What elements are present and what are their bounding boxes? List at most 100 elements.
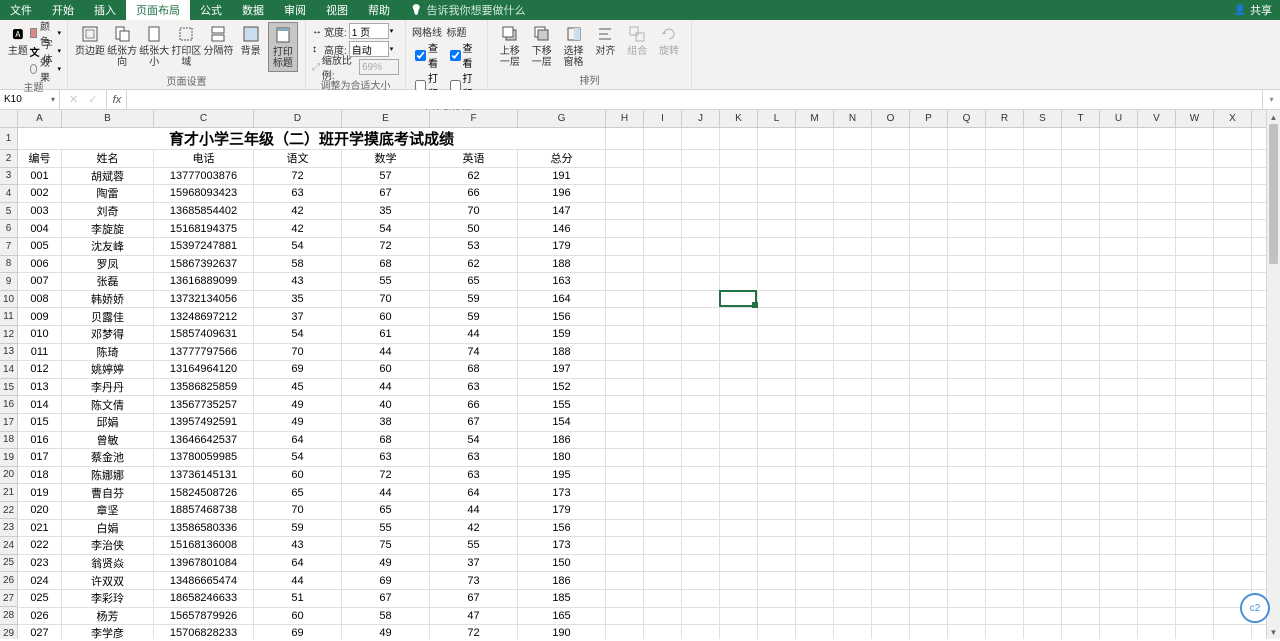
cell-R24[interactable] (986, 537, 1024, 555)
cell-O14[interactable] (872, 361, 910, 379)
select-all-corner[interactable] (0, 110, 18, 128)
cell-C27[interactable]: 18658246633 (154, 590, 254, 608)
column-headers[interactable]: ABCDEFGHIJKLMNOPQRSTUVWXY (18, 110, 1280, 128)
cell-K4[interactable] (720, 185, 758, 203)
cell-O8[interactable] (872, 256, 910, 274)
cell-U27[interactable] (1100, 590, 1138, 608)
cell-P13[interactable] (910, 344, 948, 362)
col-header-E[interactable]: E (342, 110, 430, 128)
cell-K25[interactable] (720, 555, 758, 573)
cell-G24[interactable]: 173 (518, 537, 606, 555)
cell-I27[interactable] (644, 590, 682, 608)
cell-W29[interactable] (1176, 625, 1214, 639)
cell-N12[interactable] (834, 326, 872, 344)
cell-C20[interactable]: 13736145131 (154, 467, 254, 485)
col-header-M[interactable]: M (796, 110, 834, 128)
cell-N16[interactable] (834, 396, 872, 414)
cell-R9[interactable] (986, 273, 1024, 291)
cell-Q26[interactable] (948, 572, 986, 590)
cell-H27[interactable] (606, 590, 644, 608)
cell-I26[interactable] (644, 572, 682, 590)
cell-C12[interactable]: 15857409631 (154, 326, 254, 344)
cell-O21[interactable] (872, 484, 910, 502)
cell-K13[interactable] (720, 344, 758, 362)
cell-L9[interactable] (758, 273, 796, 291)
cell-L16[interactable] (758, 396, 796, 414)
row-header-29[interactable]: 29 (0, 625, 18, 639)
cell-V4[interactable] (1138, 185, 1176, 203)
cell-B11[interactable]: 贝露佳 (62, 308, 154, 326)
cell-S6[interactable] (1024, 220, 1062, 238)
cell-I17[interactable] (644, 414, 682, 432)
cell-H20[interactable] (606, 467, 644, 485)
cell-U6[interactable] (1100, 220, 1138, 238)
cell-H8[interactable] (606, 256, 644, 274)
cell-X6[interactable] (1214, 220, 1252, 238)
cell-B10[interactable]: 韩娇娇 (62, 291, 154, 309)
cell-K23[interactable] (720, 520, 758, 538)
cell-F10[interactable]: 59 (430, 291, 518, 309)
scroll-thumb[interactable] (1269, 124, 1278, 264)
cell-C28[interactable]: 15657879926 (154, 608, 254, 626)
orientation-button[interactable]: 纸张方向 (107, 22, 137, 70)
cell-X7[interactable] (1214, 238, 1252, 256)
cell-T8[interactable] (1062, 256, 1100, 274)
row-header-14[interactable]: 14 (0, 361, 18, 379)
cell-A12[interactable]: 010 (18, 326, 62, 344)
cell-E28[interactable]: 58 (342, 608, 430, 626)
cell-L27[interactable] (758, 590, 796, 608)
cell-P3[interactable] (910, 168, 948, 186)
cell-I19[interactable] (644, 449, 682, 467)
row-header-11[interactable]: 11 (0, 308, 18, 326)
cell-L19[interactable] (758, 449, 796, 467)
cell-M15[interactable] (796, 379, 834, 397)
menu-tab-1[interactable]: 开始 (42, 0, 84, 20)
cell-O16[interactable] (872, 396, 910, 414)
cell-C2[interactable]: 电话 (154, 150, 254, 168)
cell-A15[interactable]: 013 (18, 379, 62, 397)
cell-H18[interactable] (606, 432, 644, 450)
help-fab-button[interactable]: c2 (1240, 593, 1270, 623)
cell-H23[interactable] (606, 520, 644, 538)
cell-T29[interactable] (1062, 625, 1100, 639)
cell-O13[interactable] (872, 344, 910, 362)
themes-button[interactable]: 🅰 主题 (7, 22, 29, 59)
cell-Q12[interactable] (948, 326, 986, 344)
cell-M1[interactable] (796, 128, 834, 150)
cell-F15[interactable]: 63 (430, 379, 518, 397)
cell-Q16[interactable] (948, 396, 986, 414)
cell-D11[interactable]: 37 (254, 308, 342, 326)
cell-K6[interactable] (720, 220, 758, 238)
cell-W6[interactable] (1176, 220, 1214, 238)
cell-A29[interactable]: 027 (18, 625, 62, 639)
cell-L20[interactable] (758, 467, 796, 485)
cell-J17[interactable] (682, 414, 720, 432)
cell-T17[interactable] (1062, 414, 1100, 432)
cell-O28[interactable] (872, 608, 910, 626)
cell-E5[interactable]: 35 (342, 203, 430, 221)
cell-A5[interactable]: 003 (18, 203, 62, 221)
cell-T7[interactable] (1062, 238, 1100, 256)
cell-S20[interactable] (1024, 467, 1062, 485)
cell-W14[interactable] (1176, 361, 1214, 379)
cell-A24[interactable]: 022 (18, 537, 62, 555)
cell-U22[interactable] (1100, 502, 1138, 520)
print-titles-button[interactable]: 打印标题 (268, 22, 298, 72)
row-header-25[interactable]: 25 (0, 555, 18, 573)
cell-O25[interactable] (872, 555, 910, 573)
cell-I15[interactable] (644, 379, 682, 397)
cell-A8[interactable]: 006 (18, 256, 62, 274)
cell-O11[interactable] (872, 308, 910, 326)
cell-U15[interactable] (1100, 379, 1138, 397)
cell-N3[interactable] (834, 168, 872, 186)
cell-C16[interactable]: 13567735257 (154, 396, 254, 414)
cell-W20[interactable] (1176, 467, 1214, 485)
cell-R20[interactable] (986, 467, 1024, 485)
cell-M22[interactable] (796, 502, 834, 520)
cell-M28[interactable] (796, 608, 834, 626)
cell-H29[interactable] (606, 625, 644, 639)
cell-G15[interactable]: 152 (518, 379, 606, 397)
cell-C17[interactable]: 13957492591 (154, 414, 254, 432)
cell-F17[interactable]: 67 (430, 414, 518, 432)
cell-M5[interactable] (796, 203, 834, 221)
